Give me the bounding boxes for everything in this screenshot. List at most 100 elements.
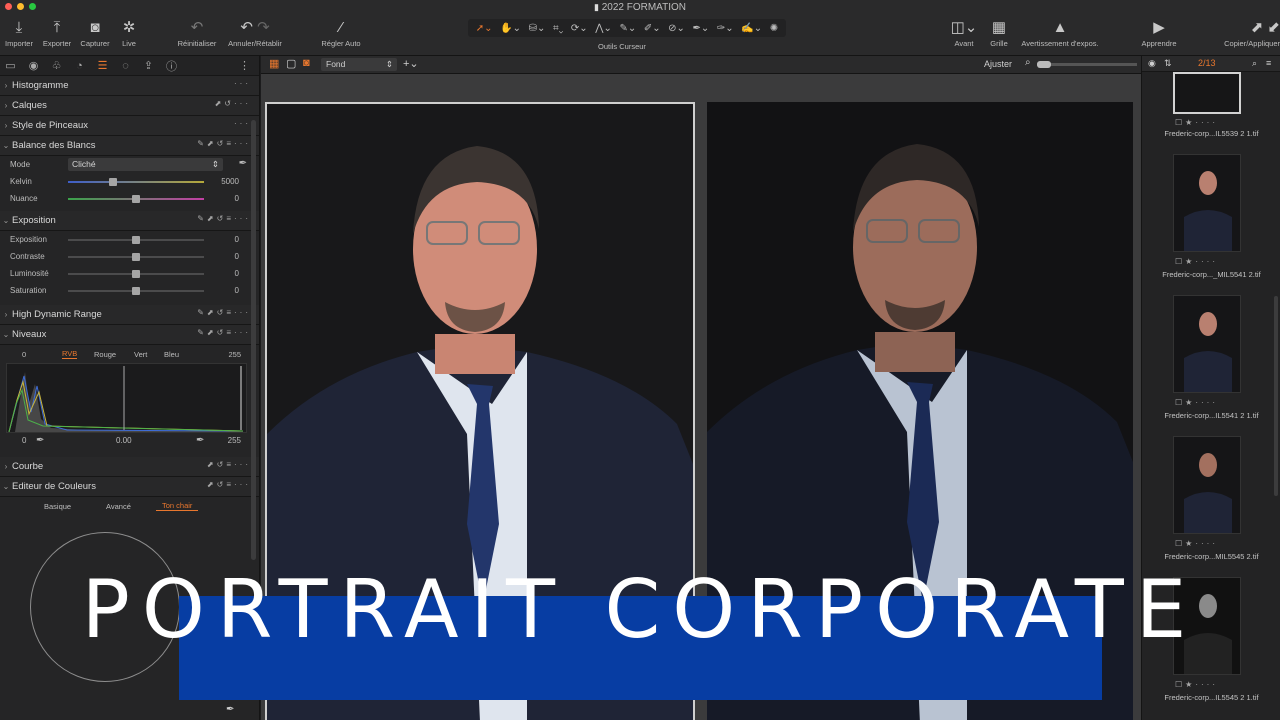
eyedropper-icon[interactable]: ✒ — [196, 435, 204, 446]
nuance-slider[interactable] — [68, 195, 204, 203]
section-tools-icons[interactable]: ✎⬈↺≡··· — [197, 308, 251, 317]
saturation-slider[interactable] — [68, 287, 204, 295]
pan-icon[interactable]: ✋⌄ — [500, 23, 521, 34]
thumbnail[interactable] — [1173, 436, 1241, 534]
before-after-button[interactable]: ◫⌄ Avant — [946, 17, 982, 48]
gradient-icon[interactable]: ⊘⌄ — [668, 23, 685, 34]
section-white-balance[interactable]: ⌄ Balance des Blancs ✎⬈↺≡··· — [0, 136, 259, 156]
levels-histogram[interactable] — [6, 363, 247, 433]
contrast-value[interactable]: 0 — [235, 252, 239, 261]
section-histogram[interactable]: › Histogramme ··· — [0, 76, 259, 96]
section-tools-icons[interactable]: ✎⬈↺≡··· — [197, 214, 251, 223]
saturation-slider-knob[interactable] — [132, 287, 140, 295]
list-icon[interactable]: ≡ — [1266, 58, 1271, 68]
fit-label[interactable]: Ajuster — [984, 59, 1012, 69]
rating-stars[interactable]: ☐★···· — [1175, 257, 1218, 266]
grid-button[interactable]: ▦ Grille — [986, 17, 1012, 48]
kelvin-slider-knob[interactable] — [108, 178, 117, 186]
sort-icon[interactable]: ⇅ — [1164, 58, 1172, 69]
annotate-icon[interactable]: ✍⌄ — [741, 23, 762, 34]
add-icon[interactable]: +⌄ — [403, 57, 419, 70]
wb-mode-select[interactable]: Cliché ⇕ — [68, 158, 223, 171]
color-tab-basic[interactable]: Basique — [44, 502, 71, 511]
cursor-select-icon[interactable]: ➚⌄ — [476, 23, 493, 34]
zoom-window-button[interactable] — [29, 3, 36, 10]
levels-output-high[interactable]: 255 — [228, 436, 241, 445]
search-icon[interactable]: ⌕ — [1252, 58, 1257, 69]
rating-stars[interactable]: ☐★···· — [1175, 118, 1218, 127]
crop-icon[interactable]: ⌗⌄ — [553, 23, 563, 34]
levels-high-value[interactable]: 255 — [228, 350, 241, 359]
color-tab-icon[interactable]: ◔ — [71, 60, 88, 72]
thumbnail[interactable] — [1173, 295, 1241, 393]
keystone-icon[interactable]: ⋀⌄ — [595, 23, 612, 34]
eyedropper-icon[interactable]: ✒ — [239, 158, 247, 169]
levels-tab-rgb[interactable]: RVB — [62, 349, 78, 359]
eraser-icon[interactable]: ✐⌄ — [644, 23, 661, 34]
browser-scrollbar[interactable] — [1274, 296, 1278, 496]
auto-adjust-button[interactable]: ⁄ Régler Auto — [316, 17, 366, 48]
levels-tab-green[interactable]: Vert — [134, 350, 147, 359]
zoom-icon[interactable]: ⌕ — [1025, 57, 1031, 68]
section-hdr[interactable]: › High Dynamic Range ✎⬈↺≡··· — [0, 305, 259, 325]
import-button[interactable]: ⤓ Importer — [2, 17, 36, 48]
contrast-slider[interactable] — [68, 253, 204, 261]
exposure-value[interactable]: 0 — [235, 235, 239, 244]
section-tools-icons[interactable]: ⬈↺≡··· — [207, 480, 251, 489]
kelvin-value[interactable]: 5000 — [221, 177, 239, 186]
section-exposure[interactable]: ⌄ Exposition ✎⬈↺≡··· — [0, 211, 259, 231]
background-select[interactable]: Fond ⇕ — [321, 58, 397, 71]
close-window-button[interactable] — [5, 3, 12, 10]
adjustments-tab-icon[interactable]: ☰ — [94, 59, 111, 72]
section-layers[interactable]: › Calques ⬈↺··· — [0, 96, 259, 116]
minimize-window-button[interactable] — [17, 3, 24, 10]
brightness-slider-knob[interactable] — [132, 270, 140, 278]
section-color-editor[interactable]: ⌄ Editeur de Couleurs ⬈↺≡··· — [0, 477, 259, 497]
section-tools-icons[interactable]: ✎⬈↺≡··· — [197, 139, 251, 148]
levels-tab-blue[interactable]: Bleu — [164, 350, 179, 359]
picker-icon[interactable]: ✒⌄ — [693, 23, 710, 34]
levels-output-mid[interactable]: 0.00 — [116, 436, 132, 445]
undo-redo-button[interactable]: ↶ ↷ Annuler/Rétablir — [224, 17, 286, 48]
section-tools-icons[interactable]: ⬈↺≡··· — [207, 460, 251, 469]
output-tab-icon[interactable]: ⇪ — [140, 59, 157, 72]
heal-icon[interactable]: ✑⌄ — [717, 23, 734, 34]
section-menu-icon[interactable]: ··· — [234, 119, 251, 128]
section-brush-style[interactable]: › Style de Pinceaux ··· — [0, 116, 259, 136]
eyedropper-icon[interactable]: ✒ — [36, 435, 44, 446]
proof-view-icon[interactable]: ◙ — [303, 57, 310, 69]
rating-stars[interactable]: ☐★···· — [1175, 539, 1218, 548]
levels-low-value[interactable]: 0 — [22, 350, 26, 359]
brush-icon[interactable]: ✎⌄ — [619, 23, 636, 34]
section-menu-icon[interactable]: ··· — [234, 79, 251, 88]
levels-output-low[interactable]: 0 — [22, 436, 26, 445]
exposure-slider[interactable] — [68, 236, 204, 244]
capture-tab-icon[interactable]: ◉ — [25, 59, 42, 72]
eye-icon[interactable]: ◉ — [1148, 58, 1156, 69]
export-button[interactable]: ⤒ Exporter — [40, 17, 74, 48]
thumbnail[interactable] — [1173, 154, 1241, 252]
more-icon[interactable]: ⋮ — [236, 59, 253, 72]
rating-stars[interactable]: ☐★···· — [1175, 398, 1218, 407]
zoom-slider[interactable] — [1037, 61, 1137, 68]
levels-tab-red[interactable]: Rouge — [94, 350, 116, 359]
section-tools-icons[interactable]: ✎⬈↺≡··· — [197, 328, 251, 337]
capture-button[interactable]: ◙ Capturer — [78, 17, 112, 48]
learn-button[interactable]: ▶ Apprendre — [1136, 17, 1182, 48]
zoom-slider-knob[interactable] — [1037, 61, 1051, 68]
contrast-slider-knob[interactable] — [132, 253, 140, 261]
live-button[interactable]: ✲ Live — [118, 17, 140, 48]
section-curve[interactable]: › Courbe ⬈↺≡··· — [0, 457, 259, 477]
section-levels[interactable]: ⌄ Niveaux ✎⬈↺≡··· — [0, 325, 259, 345]
bucket-icon[interactable]: ⛁⌄ — [529, 23, 546, 34]
rating-stars[interactable]: ☐★···· — [1175, 680, 1218, 689]
single-view-icon[interactable]: ▢ — [286, 57, 296, 70]
brightness-value[interactable]: 0 — [235, 269, 239, 278]
brightness-slider[interactable] — [68, 270, 204, 278]
saturation-value[interactable]: 0 — [235, 286, 239, 295]
multi-view-icon[interactable]: ▦ — [269, 57, 279, 70]
eyedropper-icon[interactable]: ✒ — [226, 704, 234, 715]
section-tools-icons[interactable]: ⬈↺··· — [215, 99, 251, 108]
color-tab-skin-tone[interactable]: Ton chair — [156, 501, 199, 511]
nuance-value[interactable]: 0 — [235, 194, 239, 203]
